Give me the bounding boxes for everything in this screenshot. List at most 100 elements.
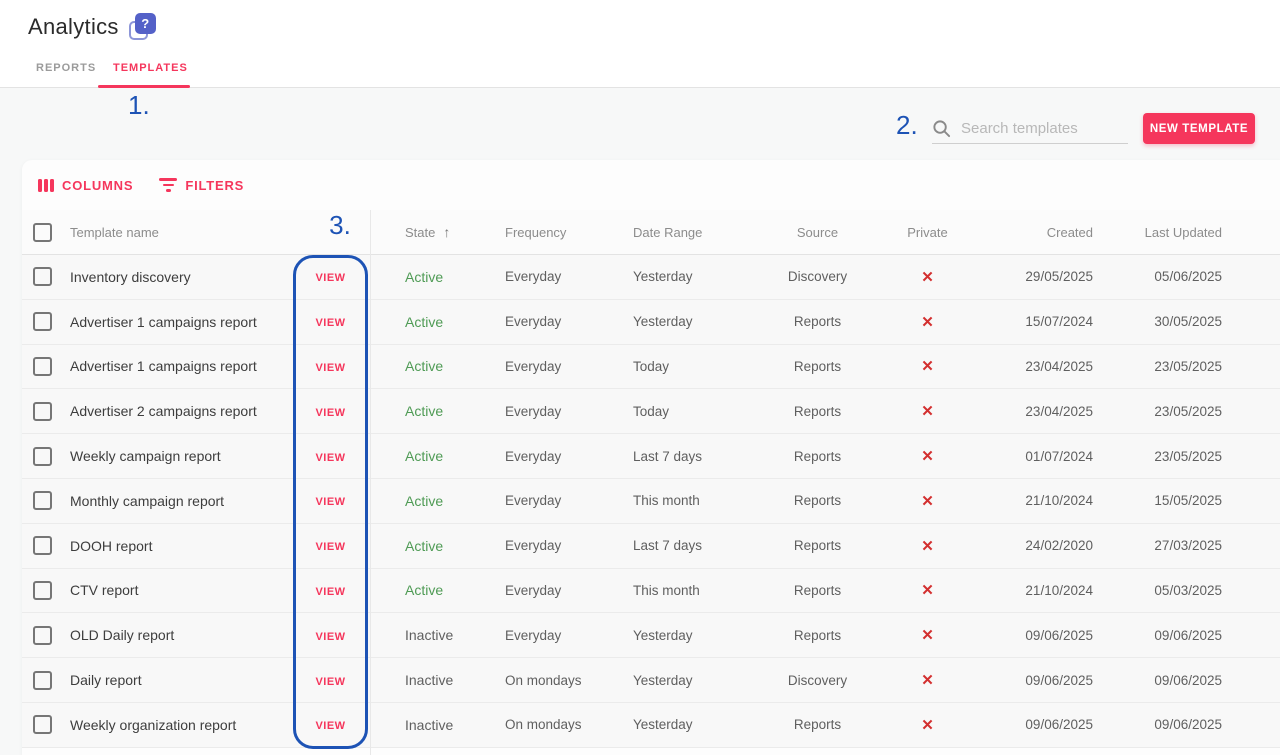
template-name-cell: Daily report	[60, 672, 293, 688]
header-state[interactable]: State↑	[368, 224, 495, 240]
view-link[interactable]: VIEW	[315, 317, 345, 329]
new-template-button[interactable]: NEW TEMPLATE	[1143, 113, 1255, 144]
source-cell: Reports	[755, 449, 880, 464]
frequency-cell: Everyday	[495, 628, 625, 643]
row-checkbox[interactable]	[33, 715, 52, 734]
view-link[interactable]: VIEW	[315, 631, 345, 643]
created-cell: 21/10/2024	[975, 583, 1093, 598]
annotation-step-3: 3.	[312, 210, 368, 241]
template-name-cell: Monthly campaign report	[60, 493, 293, 509]
columns-button[interactable]: COLUMNS	[38, 178, 133, 193]
private-cross-icon: ✕	[921, 269, 934, 286]
row-checkbox[interactable]	[33, 402, 52, 421]
row-checkbox[interactable]	[33, 312, 52, 331]
page-title: Analytics	[28, 14, 119, 40]
table-row: Advertiser 1 campaigns report VIEW Activ…	[22, 300, 1280, 345]
row-checkbox[interactable]	[33, 447, 52, 466]
view-link[interactable]: VIEW	[315, 272, 345, 284]
frequency-cell: Everyday	[495, 538, 625, 553]
row-checkbox[interactable]	[33, 357, 52, 376]
filter-icon	[159, 178, 177, 192]
state-cell: Active	[368, 582, 495, 598]
last-updated-cell: 15/05/2025	[1093, 493, 1222, 508]
frequency-cell: Everyday	[495, 314, 625, 329]
created-cell: 01/07/2024	[975, 449, 1093, 464]
row-checkbox[interactable]	[33, 491, 52, 510]
columns-button-label: COLUMNS	[62, 178, 133, 193]
help-icon[interactable]: ?	[129, 13, 156, 40]
last-updated-cell: 30/05/2025	[1093, 314, 1222, 329]
frequency-cell: Everyday	[495, 404, 625, 419]
row-checkbox[interactable]	[33, 536, 52, 555]
header-created[interactable]: Created	[975, 225, 1093, 240]
source-cell: Reports	[755, 493, 880, 508]
source-cell: Reports	[755, 404, 880, 419]
template-name-cell: Weekly campaign report	[60, 448, 293, 464]
created-cell: 09/06/2025	[975, 717, 1093, 732]
header-frequency[interactable]: Frequency	[495, 225, 625, 240]
table-row: Daily report VIEW Inactive On mondays Ye…	[22, 658, 1280, 703]
frequency-cell: Everyday	[495, 449, 625, 464]
columns-icon	[38, 179, 54, 192]
private-cross-icon: ✕	[921, 538, 934, 555]
table-header-row: Template name State↑ Frequency Date Rang…	[22, 210, 1280, 255]
view-link[interactable]: VIEW	[315, 496, 345, 508]
state-cell: Active	[368, 448, 495, 464]
view-link[interactable]: VIEW	[315, 362, 345, 374]
select-all-checkbox[interactable]	[33, 223, 52, 242]
state-cell: Active	[368, 269, 495, 285]
tab-reports[interactable]: REPORTS	[36, 62, 96, 74]
table-row: Inventory discovery VIEW Active Everyday…	[22, 255, 1280, 300]
view-link[interactable]: VIEW	[315, 720, 345, 732]
private-cross-icon: ✕	[921, 358, 934, 375]
active-tab-underline	[98, 85, 190, 88]
frequency-cell: On mondays	[495, 717, 625, 732]
row-checkbox[interactable]	[33, 671, 52, 690]
row-checkbox[interactable]	[33, 267, 52, 286]
created-cell: 21/10/2024	[975, 493, 1093, 508]
sort-ascending-icon[interactable]: ↑	[443, 224, 450, 240]
search-input[interactable]	[961, 120, 1121, 137]
view-link[interactable]: VIEW	[315, 586, 345, 598]
view-link[interactable]: VIEW	[315, 407, 345, 419]
source-cell: Reports	[755, 583, 880, 598]
table-body: Inventory discovery VIEW Active Everyday…	[22, 255, 1280, 748]
template-name-cell: CTV report	[60, 582, 293, 598]
search-box[interactable]	[932, 113, 1128, 144]
date-range-cell: Yesterday	[625, 628, 755, 643]
private-cross-icon: ✕	[921, 493, 934, 510]
filters-button-label: FILTERS	[185, 178, 244, 193]
state-cell: Inactive	[368, 672, 495, 688]
state-cell: Active	[368, 538, 495, 554]
table-row: Monthly campaign report VIEW Active Ever…	[22, 479, 1280, 524]
header-template-name[interactable]: Template name	[60, 225, 293, 240]
header-private[interactable]: Private	[880, 225, 975, 240]
header-last-updated[interactable]: Last Updated	[1093, 225, 1222, 240]
view-link[interactable]: VIEW	[315, 452, 345, 464]
table-row: DOOH report VIEW Active Everyday Last 7 …	[22, 524, 1280, 569]
table-row: Weekly campaign report VIEW Active Every…	[22, 434, 1280, 479]
last-updated-cell: 09/06/2025	[1093, 628, 1222, 643]
header-source[interactable]: Source	[755, 225, 880, 240]
created-cell: 29/05/2025	[975, 269, 1093, 284]
state-cell: Inactive	[368, 627, 495, 643]
tab-templates[interactable]: TEMPLATES	[113, 62, 188, 74]
private-cross-icon: ✕	[921, 672, 934, 689]
filters-button[interactable]: FILTERS	[159, 178, 244, 193]
private-cross-icon: ✕	[921, 582, 934, 599]
template-name-cell: Advertiser 2 campaigns report	[60, 403, 293, 419]
view-link[interactable]: VIEW	[315, 541, 345, 553]
row-checkbox[interactable]	[33, 626, 52, 645]
source-cell: Discovery	[755, 673, 880, 688]
last-updated-cell: 23/05/2025	[1093, 359, 1222, 374]
last-updated-cell: 23/05/2025	[1093, 449, 1222, 464]
created-cell: 09/06/2025	[975, 673, 1093, 688]
table-row: Weekly organization report VIEW Inactive…	[22, 703, 1280, 748]
table-row: Advertiser 2 campaigns report VIEW Activ…	[22, 389, 1280, 434]
view-link[interactable]: VIEW	[315, 676, 345, 688]
header-date-range[interactable]: Date Range	[625, 225, 755, 240]
date-range-cell: Last 7 days	[625, 538, 755, 553]
row-checkbox[interactable]	[33, 581, 52, 600]
frequency-cell: Everyday	[495, 359, 625, 374]
search-icon	[932, 119, 951, 138]
